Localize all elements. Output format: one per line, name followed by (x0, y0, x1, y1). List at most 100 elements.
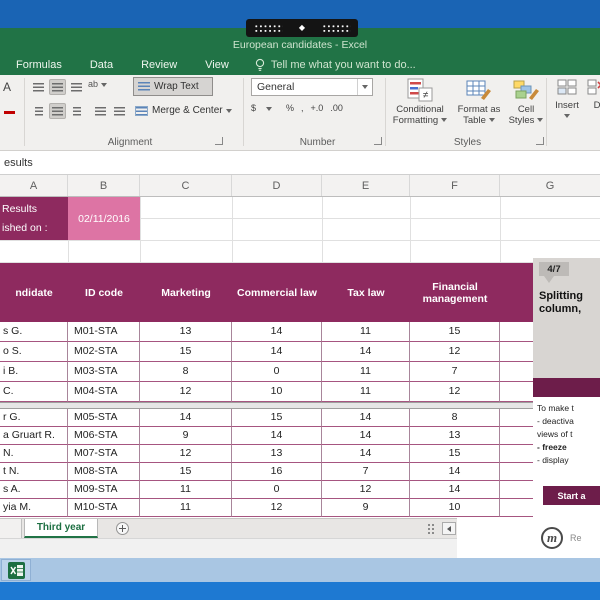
cell-id-code[interactable]: M08-STA (68, 463, 140, 481)
scroll-left-button[interactable] (442, 522, 456, 535)
table-row[interactable]: s A. M09-STA 11 0 12 14 (0, 481, 533, 499)
conditional-formatting-button[interactable]: ≠ Conditional Formatting (390, 76, 450, 138)
cell-tax-law[interactable]: 11 (322, 322, 410, 342)
cell-id-code[interactable]: M01-STA (68, 322, 140, 342)
accounting-format-button[interactable]: $ (251, 103, 279, 113)
format-as-table-button[interactable]: Format as Table (452, 76, 506, 138)
cell-tax-law[interactable]: 14 (322, 409, 410, 427)
sheet-tab-stub[interactable] (0, 519, 22, 539)
cell-commercial-law[interactable]: 16 (232, 463, 322, 481)
cell-id-code[interactable]: M10-STA (68, 499, 140, 517)
number-dialog-launcher[interactable] (374, 137, 382, 145)
cell-financial-management[interactable]: 13 (410, 427, 500, 445)
taskbar-excel-button[interactable] (1, 559, 31, 581)
table-row[interactable]: N. M07-STA 12 13 14 15 (0, 445, 533, 463)
cell-tax-law[interactable]: 12 (322, 481, 410, 499)
cell-candidate[interactable]: t N. (0, 463, 68, 481)
cell-commercial-law[interactable]: 0 (232, 481, 322, 499)
comma-style-button[interactable]: , (301, 103, 304, 113)
cell-id-code[interactable]: M06-STA (68, 427, 140, 445)
increase-decimal-button[interactable]: +.0 (311, 103, 324, 113)
table-row[interactable]: a Gruart R. M06-STA 9 14 14 13 (0, 427, 533, 445)
cell-commercial-law[interactable]: 12 (232, 499, 322, 517)
sheet-grid[interactable]: Results ished on : 02/11/2016 ndidate ID… (0, 197, 600, 518)
column-header-a[interactable]: A (0, 175, 68, 196)
header-id-code[interactable]: ID code (68, 263, 140, 322)
cell-financial-management[interactable]: 15 (410, 322, 500, 342)
cell-financial-management[interactable]: 7 (410, 362, 500, 382)
cell-id-code[interactable]: M02-STA (68, 342, 140, 362)
tab-data[interactable]: Data (90, 59, 113, 71)
cell-id-code[interactable]: M09-STA (68, 481, 140, 499)
cell-marketing[interactable]: 14 (140, 409, 232, 427)
table-row[interactable]: o S. M02-STA 15 14 14 12 (0, 342, 533, 362)
cell-tax-law[interactable]: 14 (322, 427, 410, 445)
cell-id-code[interactable]: M03-STA (68, 362, 140, 382)
header-marketing[interactable]: Marketing (140, 263, 232, 322)
cell-candidate[interactable]: i B. (0, 362, 68, 382)
cell-id-code[interactable]: M04-STA (68, 382, 140, 402)
cell-commercial-law[interactable]: 0 (232, 362, 322, 382)
decrease-indent-button[interactable] (92, 103, 109, 119)
number-format-select[interactable]: General (251, 78, 373, 96)
cell-marketing[interactable]: 9 (140, 427, 232, 445)
cell-tax-law[interactable]: 7 (322, 463, 410, 481)
cell-tax-law[interactable]: 11 (322, 362, 410, 382)
cell-published-date[interactable]: 02/11/2016 (68, 197, 140, 240)
font-size-icon[interactable]: A (3, 80, 11, 94)
cell-commercial-law[interactable]: 14 (232, 342, 322, 362)
merge-center-button[interactable]: Merge & Center (133, 101, 239, 120)
cell-id-code[interactable]: M05-STA (68, 409, 140, 427)
cell-financial-management[interactable]: 12 (410, 342, 500, 362)
align-bottom-button[interactable] (68, 79, 85, 95)
wrap-text-button[interactable]: Wrap Text (133, 77, 213, 96)
table-row[interactable]: C. M04-STA 12 10 11 12 (0, 382, 533, 402)
decrease-decimal-button[interactable]: .00 (330, 103, 343, 113)
increase-indent-button[interactable] (111, 103, 128, 119)
cell-tax-law[interactable]: 11 (322, 382, 410, 402)
percent-style-button[interactable]: % (286, 103, 294, 113)
header-financial-management[interactable]: Financial management (410, 263, 500, 322)
tell-me-box[interactable]: Tell me what you want to do... (255, 58, 416, 72)
tab-splitter-handle[interactable] (428, 524, 434, 534)
cell-candidate[interactable]: a Gruart R. (0, 427, 68, 445)
table-row[interactable]: s G. M01-STA 13 14 11 15 (0, 322, 533, 342)
cell-tax-law[interactable]: 14 (322, 342, 410, 362)
cell-financial-management[interactable]: 14 (410, 481, 500, 499)
table-row[interactable]: yia M. M10-STA 11 12 9 10 (0, 499, 533, 517)
cell-styles-button[interactable]: Cell Styles (507, 76, 545, 138)
align-center-button[interactable] (49, 103, 66, 119)
cell-marketing[interactable]: 11 (140, 481, 232, 499)
insert-cells-button[interactable]: Insert (551, 76, 583, 122)
cell-candidate[interactable]: r G. (0, 409, 68, 427)
align-left-button[interactable] (30, 103, 47, 119)
start-button[interactable]: Start a (543, 486, 600, 505)
cell-candidate[interactable]: yia M. (0, 499, 68, 517)
cell-id-code[interactable]: M07-STA (68, 445, 140, 463)
tab-formulas[interactable]: Formulas (16, 59, 62, 71)
cell-commercial-law[interactable]: 14 (232, 322, 322, 342)
styles-dialog-launcher[interactable] (536, 137, 544, 145)
alignment-dialog-launcher[interactable] (215, 137, 223, 145)
cell-commercial-law[interactable]: 13 (232, 445, 322, 463)
split-bar[interactable] (0, 402, 533, 409)
cell-marketing[interactable]: 8 (140, 362, 232, 382)
cell-financial-management[interactable]: 8 (410, 409, 500, 427)
column-header-b[interactable]: B (68, 175, 140, 196)
align-middle-button[interactable] (49, 79, 66, 95)
table-row[interactable]: r G. M05-STA 14 15 14 8 (0, 409, 533, 427)
cell-commercial-law[interactable]: 14 (232, 427, 322, 445)
cell-marketing[interactable]: 12 (140, 445, 232, 463)
align-right-button[interactable] (68, 103, 85, 119)
column-header-c[interactable]: C (140, 175, 232, 196)
header-tax-law[interactable]: Tax law (322, 263, 410, 322)
column-header-e[interactable]: E (322, 175, 410, 196)
cell-candidate[interactable]: s A. (0, 481, 68, 499)
font-color-icon[interactable] (4, 111, 15, 114)
cell-commercial-law[interactable]: 15 (232, 409, 322, 427)
cell-commercial-law[interactable]: 10 (232, 382, 322, 402)
cell-tax-law[interactable]: 14 (322, 445, 410, 463)
column-header-d[interactable]: D (232, 175, 322, 196)
tab-view[interactable]: View (205, 59, 229, 71)
cell-tax-law[interactable]: 9 (322, 499, 410, 517)
